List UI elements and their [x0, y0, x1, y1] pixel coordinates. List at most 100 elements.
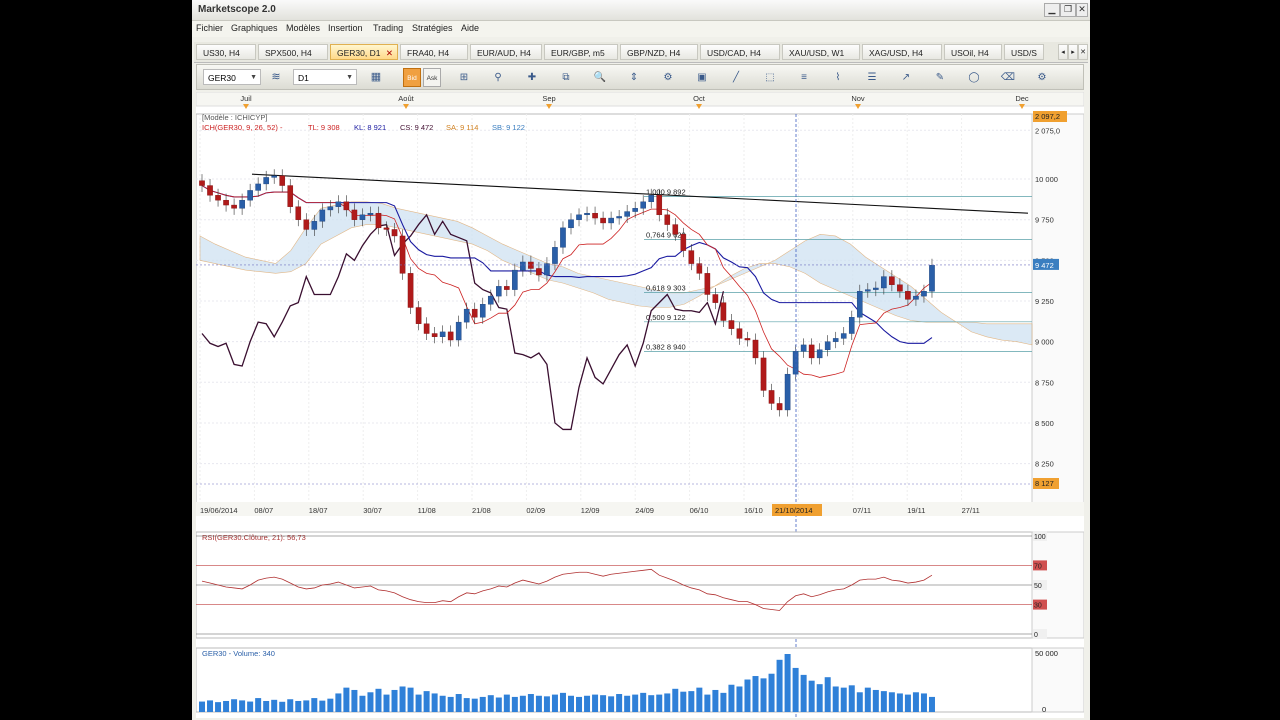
arrow-tool-icon[interactable]: ↗ — [897, 69, 915, 86]
levels-icon[interactable]: ≡ — [795, 69, 813, 86]
candle — [648, 195, 655, 203]
candle — [816, 349, 823, 359]
candle — [207, 185, 213, 196]
volume-bar — [471, 698, 478, 712]
bid-button[interactable]: Bid — [403, 68, 421, 87]
crosshair-icon[interactable]: ✚ — [523, 69, 541, 86]
candle — [736, 328, 743, 339]
candle — [680, 234, 687, 251]
symbol-select[interactable]: GER30 ▼ — [203, 69, 261, 85]
candle — [431, 333, 438, 337]
date-tick-label: 19/06/2014 — [200, 506, 238, 515]
volume-bar — [303, 700, 310, 712]
menu-aide[interactable]: Aide — [461, 23, 479, 33]
volume-bar — [696, 687, 703, 712]
tab-scroll-left-icon[interactable]: ◂ — [1058, 44, 1068, 60]
tab-usd-cad-h4[interactable]: USD/CAD, H4 — [700, 44, 780, 60]
tab-close-icon[interactable]: ✕ — [386, 45, 393, 59]
timeframe-select[interactable]: D1 ▼ — [293, 69, 357, 85]
candle — [279, 175, 286, 186]
candle — [632, 208, 638, 212]
volume-bar — [495, 697, 502, 712]
volume-bar — [295, 700, 302, 712]
ask-button[interactable]: Ask — [423, 68, 441, 87]
candle — [223, 199, 229, 206]
candle — [656, 195, 663, 216]
magnify-icon[interactable]: 🔍 — [591, 69, 609, 86]
properties-icon[interactable]: ⚙ — [659, 69, 677, 86]
volume-bar — [559, 692, 566, 712]
restore-button[interactable]: ❐ — [1060, 3, 1076, 17]
shape-icon[interactable]: ◯ — [965, 69, 983, 86]
tab-eur-aud-h4[interactable]: EUR/AUD, H4 — [470, 44, 542, 60]
volume-bar — [415, 694, 422, 712]
line-tool-icon[interactable]: ╱ — [727, 69, 745, 86]
volume-bar — [407, 687, 414, 712]
date-tick-label: 16/10 — [744, 506, 763, 515]
chevron-down-icon: ▼ — [346, 74, 353, 81]
export-icon[interactable]: ⬚ — [761, 69, 779, 86]
tab-close-all-icon[interactable]: ✕ — [1078, 44, 1088, 60]
candle — [343, 201, 350, 211]
y-tick-label: 9 250 — [1035, 297, 1054, 306]
volume-bar — [568, 695, 574, 712]
menu-strategies[interactable]: Stratégies — [412, 23, 453, 33]
volume-bar — [680, 691, 687, 712]
tab-fra40-h4[interactable]: FRA40, H4 — [400, 44, 468, 60]
settings-icon[interactable]: ⚙ — [1033, 69, 1051, 86]
tab-xag-usd-h4[interactable]: XAG/USD, H4 — [862, 44, 942, 60]
candle — [832, 338, 839, 342]
candle — [752, 339, 759, 359]
candle — [592, 212, 598, 219]
zoom-icon[interactable]: ⚲ — [489, 69, 507, 86]
chart-type-icon[interactable]: ≋ — [267, 69, 285, 86]
tab-us30-h4[interactable]: US30, H4 — [196, 44, 256, 60]
candle — [856, 291, 863, 318]
volume-bar — [912, 692, 919, 712]
candle — [383, 227, 390, 230]
chart-area[interactable]: Juil Août Sep Oct Nov Dec 2 075,0 10 000 9 750 9 … — [195, 91, 1085, 718]
pencil-icon[interactable]: ✎ — [931, 69, 949, 86]
volume-bar — [511, 696, 518, 712]
tab-xau-usd-w1[interactable]: XAU/USD, W1 — [782, 44, 860, 60]
candle — [415, 307, 422, 324]
volume-bar — [920, 693, 927, 712]
window-title: Marketscope 2.0 — [198, 4, 276, 15]
fib-level-label: 0,382 8 940 — [646, 342, 686, 351]
tab-spx500-h4[interactable]: SPX500, H4 — [258, 44, 328, 60]
volume-bar — [319, 700, 326, 712]
tab-usoil-h4[interactable]: USOil, H4 — [944, 44, 1002, 60]
month-label: Juil — [240, 94, 252, 103]
tab-usd-s[interactable]: USD/S — [1004, 44, 1044, 60]
y-tick-label: 9 750 — [1035, 216, 1054, 225]
rsi-tick-label: 70 — [1034, 563, 1042, 570]
lines-icon[interactable]: ☰ — [863, 69, 881, 86]
volume-bar — [576, 696, 583, 712]
menu-graphiques[interactable]: Graphiques — [231, 23, 278, 33]
bar-chart-icon[interactable]: ⊞ — [455, 69, 473, 86]
candle — [327, 206, 334, 211]
chart-canvas[interactable]: Juil Août Sep Oct Nov Dec 2 075,0 10 000 9 750 9 … — [195, 91, 1085, 718]
template-icon[interactable]: ▣ — [693, 69, 711, 86]
tab-scroll-right-icon[interactable]: ▸ — [1068, 44, 1078, 60]
volume-bar — [664, 693, 671, 712]
menu-fichier[interactable]: Fichier — [196, 23, 223, 33]
menu-modeles[interactable]: Modèles — [286, 23, 320, 33]
menu-insertion[interactable]: Insertion — [328, 23, 363, 33]
y-tick-label: 8 500 — [1035, 419, 1054, 428]
bar-chart-icon[interactable]: ▦ — [367, 69, 385, 86]
scale-icon[interactable]: ⇕ — [625, 69, 643, 86]
indicator-icon[interactable]: ⧉ — [557, 69, 575, 86]
fib-icon[interactable]: ⌇ — [829, 69, 847, 86]
minimize-button[interactable]: ▁ — [1044, 3, 1060, 17]
volume-bar — [624, 695, 631, 712]
candle — [840, 333, 847, 339]
tab-gbp-nzd-h4[interactable]: GBP/NZD, H4 — [620, 44, 698, 60]
menu-trading[interactable]: Trading — [373, 23, 403, 33]
close-window-button[interactable]: ✕ — [1076, 3, 1088, 17]
volume-tick-label: 0 — [1042, 705, 1046, 714]
eraser-icon[interactable]: ⌫ — [999, 69, 1017, 86]
tab-ger30-d1[interactable]: GER30, D1 ✕ — [330, 44, 398, 60]
tab-eur-gbp-m5[interactable]: EUR/GBP, m5 — [544, 44, 618, 60]
volume-bar — [455, 694, 462, 712]
